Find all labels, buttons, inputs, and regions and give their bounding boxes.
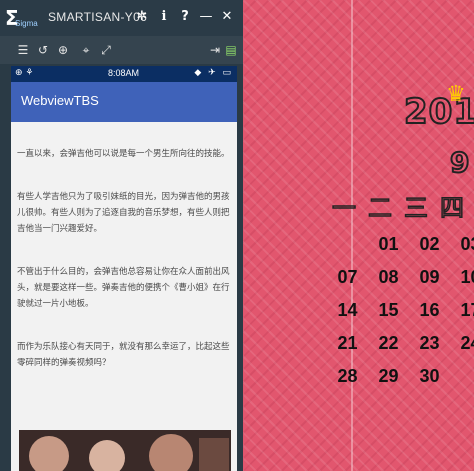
minimize-button[interactable]: —	[198, 9, 214, 25]
calendar-day: 21	[337, 333, 358, 353]
title-bar[interactable]: Σ Sigma SMARTISAN-Y06 ✲ i ? — ✕	[0, 0, 243, 36]
camera-icon[interactable]: ⌖	[78, 42, 94, 58]
article-paragraph: 一直以来，会弹吉他可以说是每一个男生所向往的技能。	[17, 149, 230, 159]
calendar-weekdays: 一 二 三 四	[331, 188, 474, 223]
status-time: 8:08AM	[108, 68, 140, 78]
weekday-mon: 一	[331, 193, 357, 223]
webview-content[interactable]: 一直以来，会弹吉他可以说是每一个男生所向往的技能。 有些人学吉他只为了吸引妹纸的…	[17, 146, 235, 398]
video-thumbnail[interactable]	[19, 430, 231, 471]
calendar-day: 17	[460, 300, 474, 320]
calendar-day: 30	[419, 366, 440, 386]
app-bar: WebviewTBS	[11, 82, 237, 122]
video-frame-shape	[89, 440, 125, 471]
calendar-day: 24	[460, 333, 474, 353]
app-title: WebviewTBS	[21, 93, 99, 108]
article-paragraph: 有些人学吉他只为了吸引妹纸的目光，因为弹吉他的男孩儿很帅。有些人则为了追逐自我的…	[17, 192, 230, 234]
article-paragraph: 而作为乐队接心有天同于，就没有那么幸运了，比起这些零碎同样的弹奏视频吗？	[17, 342, 230, 368]
calendar-day: 14	[337, 300, 358, 320]
weekday-tue: 二	[367, 193, 393, 223]
window-right-edge	[237, 66, 243, 471]
calendar-day: 02	[419, 234, 440, 254]
export-icon[interactable]: ⇥	[207, 42, 223, 58]
calendar-day: 16	[419, 300, 440, 320]
sigma-logo: Σ Sigma	[5, 6, 45, 30]
info-button[interactable]: i	[156, 9, 172, 25]
calendar-day: 15	[378, 300, 399, 320]
android-status-bar: ⊕ ⚘ 8:08AM ◆ ✈ ▭	[11, 66, 237, 82]
sigma-logo-text: Sigma	[15, 19, 38, 28]
fullscreen-icon[interactable]: ⤢	[98, 42, 114, 58]
status-right-icons: ◆ ✈ ▭	[194, 68, 233, 78]
crown-icon: ♛	[446, 82, 466, 107]
calendar-day: 08	[378, 267, 399, 287]
calendar-day: 01	[378, 234, 399, 254]
video-frame-shape	[149, 434, 193, 471]
calendar-day: 07	[337, 267, 358, 287]
calendar-day: 03	[460, 234, 474, 254]
video-frame-shape	[29, 436, 69, 471]
calendar-day: 28	[337, 366, 358, 386]
file-icon[interactable]: ▤	[223, 42, 239, 58]
emulator-window: Σ Sigma SMARTISAN-Y06 ✲ i ? — ✕ ☰ ↺ ⊕ ⌖ …	[0, 0, 243, 471]
calendar-day: 09	[419, 267, 440, 287]
calendar-day: 10	[460, 267, 474, 287]
calendar-day: 22	[378, 333, 399, 353]
settings-button[interactable]: ✲	[134, 9, 150, 25]
calendar-day	[450, 366, 474, 386]
emulator-toolbar: ☰ ↺ ⊕ ⌖ ⤢ ⇥ ▤	[0, 36, 243, 64]
weekday-wed: 三	[403, 193, 429, 223]
article-paragraph: 不管出于什么目的，会弹吉他总容易让你在众人面前出风头，就是要这样一些。弹奏吉他的…	[17, 267, 230, 309]
help-button[interactable]: ?	[177, 9, 193, 25]
close-button[interactable]: ✕	[219, 9, 235, 25]
calendar-days: 01 02 03 07 08 09 10 14 15 16 17 21 22 2…	[327, 234, 474, 386]
video-frame-shape	[199, 438, 229, 471]
weekday-thu: 四	[439, 193, 465, 223]
calendar-day: 23	[419, 333, 440, 353]
window-title: SMARTISAN-Y06	[48, 10, 148, 24]
phone-screen[interactable]: ⊕ ⚘ 8:08AM ◆ ✈ ▭ WebviewTBS 一直以来，会弹吉他可以说…	[11, 66, 237, 471]
rotate-icon[interactable]: ↺	[35, 42, 51, 58]
calendar-month: 9	[449, 145, 471, 180]
zoom-icon[interactable]: ⊕	[55, 42, 71, 58]
status-left-icons: ⊕ ⚘	[15, 68, 34, 78]
calendar-day: 29	[378, 366, 399, 386]
calendar-day	[327, 234, 368, 254]
list-icon[interactable]: ☰	[15, 42, 31, 58]
